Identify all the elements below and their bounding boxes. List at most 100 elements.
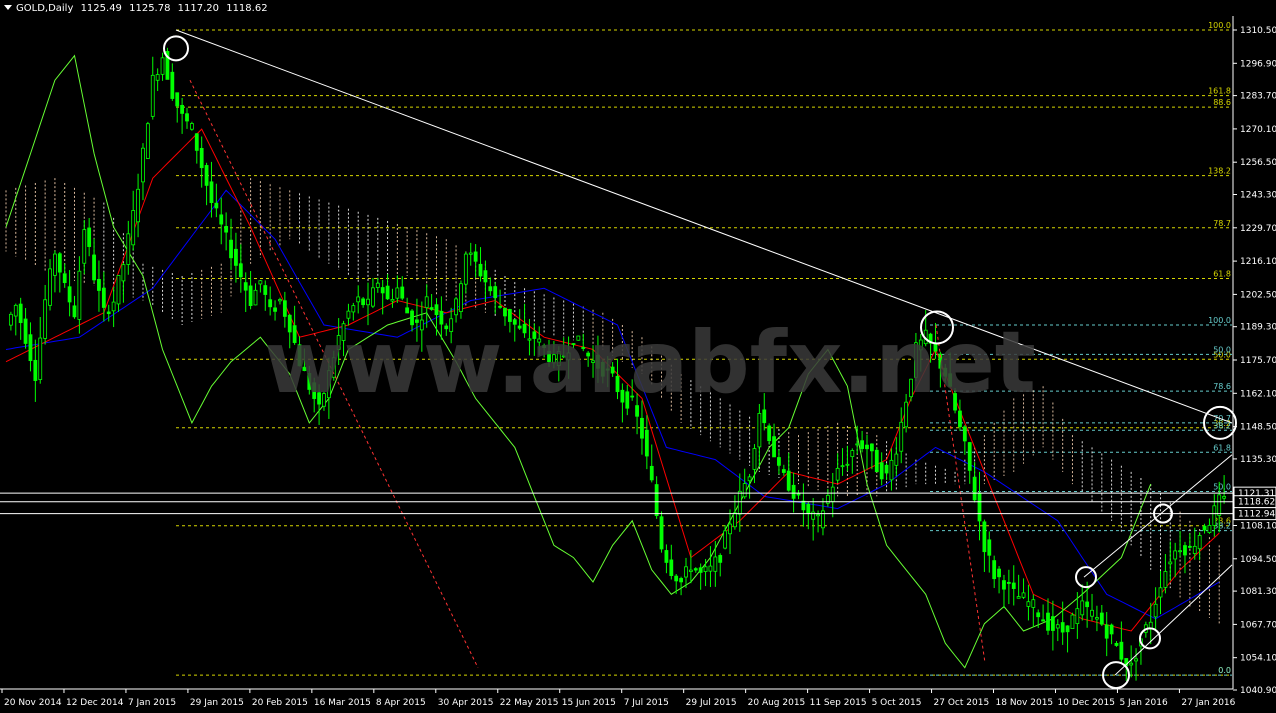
candle-body <box>234 248 238 266</box>
candle-body <box>879 462 884 480</box>
candle-body <box>459 283 463 312</box>
candle-body <box>175 92 180 107</box>
candle-body <box>243 282 248 291</box>
y-tick-label: 1135.30 <box>1240 455 1276 465</box>
candle-body <box>855 443 860 446</box>
y-tick-label: 1216.10 <box>1240 257 1276 267</box>
candle-body <box>1104 624 1109 639</box>
candle-body <box>772 436 776 458</box>
candle-body <box>1060 622 1065 633</box>
candle-body <box>1090 609 1094 617</box>
candle-body <box>463 253 468 285</box>
y-tick-label: 1054.10 <box>1240 654 1276 664</box>
candle-body <box>703 566 708 572</box>
candle-body <box>258 280 263 285</box>
candle-body <box>723 530 728 549</box>
candle-body <box>791 484 796 499</box>
candle-body <box>1036 612 1041 618</box>
candle-body <box>13 304 18 317</box>
candle-body <box>679 578 683 583</box>
x-tick-label: 18 Nov 2015 <box>996 698 1054 708</box>
candle-body <box>786 470 791 491</box>
candle-body <box>1197 535 1202 550</box>
candle-body <box>1129 662 1134 666</box>
candle-body <box>1173 550 1178 560</box>
candle-body <box>253 289 258 306</box>
candle-body <box>997 568 1001 578</box>
candle-body <box>728 523 732 535</box>
x-tick-label: 29 Jul 2015 <box>686 698 737 708</box>
x-tick-label: 16 Mar 2015 <box>314 698 371 708</box>
candle-body <box>874 449 879 473</box>
candle-body <box>1026 601 1031 607</box>
candle-body <box>644 429 649 457</box>
candle-body <box>1109 624 1114 635</box>
candle-body <box>150 74 155 117</box>
candle-body <box>141 147 145 183</box>
dropdown-arrow-icon[interactable] <box>4 5 12 10</box>
candle-body <box>806 503 811 514</box>
x-tick-label: 27 Oct 2015 <box>934 698 990 708</box>
y-tick-label: 1202.50 <box>1240 290 1276 300</box>
candle-body <box>1070 614 1075 629</box>
candle-body <box>18 303 23 324</box>
candle-body <box>1168 561 1173 565</box>
candle-body <box>972 476 977 501</box>
high-value: 1125.78 <box>129 3 171 14</box>
candle-body <box>1080 600 1085 616</box>
x-tick-label: 7 Jul 2015 <box>624 698 669 708</box>
candle-body <box>1163 571 1168 588</box>
candle-body <box>1041 619 1046 622</box>
candle-body <box>698 567 703 573</box>
candle-body <box>488 286 493 292</box>
candle-body <box>796 493 801 496</box>
price-chart[interactable]: 100.0161.888.6138.278.761.850.038.223.60… <box>0 0 1276 713</box>
candle-body <box>229 239 233 259</box>
candle-body <box>48 268 52 306</box>
candle-body <box>649 465 654 481</box>
candle-body <box>835 468 840 481</box>
candle-body <box>498 305 502 308</box>
fib-label: 78.7 <box>1213 219 1231 228</box>
candle-body <box>170 71 175 99</box>
candle-body <box>67 286 72 303</box>
chart-area[interactable]: GOLD,Daily 1125.49 1125.78 1117.20 1118.… <box>0 0 1276 713</box>
candle-body <box>136 188 140 223</box>
candle-body <box>263 285 268 295</box>
candle-body <box>1002 580 1006 590</box>
candle-body <box>429 307 434 310</box>
candle-body <box>366 298 370 306</box>
chart-header: GOLD,Daily 1125.49 1125.78 1117.20 1118.… <box>4 3 272 14</box>
price-tag-label: 1112.94 <box>1238 510 1275 520</box>
candle-body <box>737 490 742 515</box>
candle-body <box>87 227 92 247</box>
candle-body <box>33 359 38 381</box>
candle-body <box>106 311 111 315</box>
candle-body <box>865 444 869 450</box>
candle-body <box>28 334 33 362</box>
fib-label-right: 61.8 <box>1213 443 1231 452</box>
candle-body <box>219 214 224 225</box>
x-tick-label: 12 Dec 2014 <box>66 698 124 708</box>
x-tick-label: 11 Sep 2015 <box>810 698 867 708</box>
candle-body <box>1183 545 1187 556</box>
candle-body <box>199 147 204 169</box>
candle-body <box>97 279 101 291</box>
candle-body <box>1207 524 1212 533</box>
candle-body <box>1085 601 1090 608</box>
candle-body <box>1050 616 1055 631</box>
candle-body <box>380 287 385 294</box>
fib-label-right: 50.0 <box>1213 482 1231 491</box>
candle-body <box>385 285 390 300</box>
candle-body <box>248 285 253 306</box>
candle-body <box>718 555 723 563</box>
candle-body <box>693 568 698 571</box>
candle-body <box>1046 612 1050 631</box>
candle-body <box>967 442 972 471</box>
x-tick-label: 7 Jan 2015 <box>128 698 176 708</box>
candle-body <box>1134 658 1138 662</box>
candle-body <box>801 500 806 511</box>
candle-body <box>1099 612 1104 625</box>
candle-body <box>869 443 874 452</box>
candle-body <box>708 565 713 572</box>
